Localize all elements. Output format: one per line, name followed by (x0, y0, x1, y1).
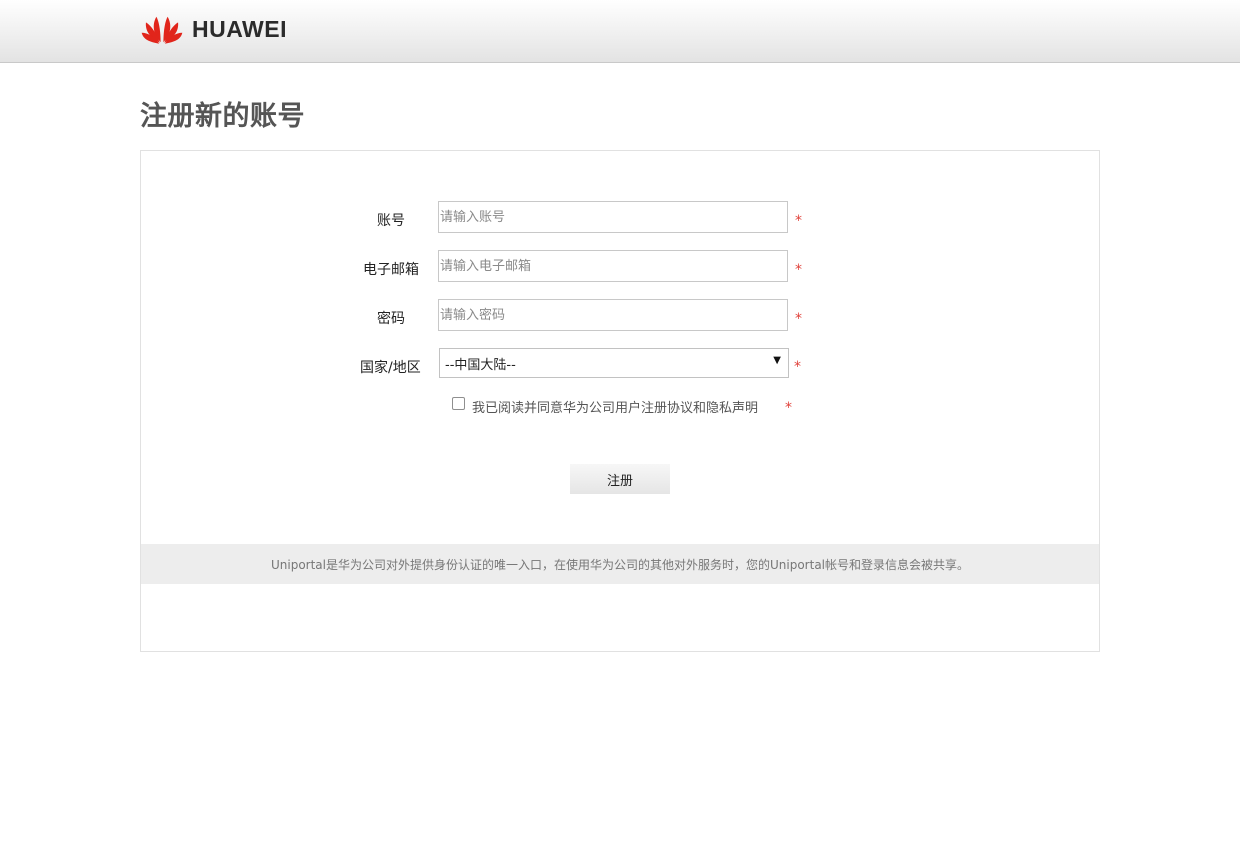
country-required-mark: * (794, 359, 801, 375)
top-header-bar: HUAWEI (0, 0, 1240, 63)
uniportal-notice: Uniportal是华为公司对外提供身份认证的唯一入口，在使用华为公司的其他对外… (141, 544, 1099, 584)
password-label: 密码 (377, 311, 405, 327)
country-select[interactable]: --中国大陆-- ▼ (439, 348, 789, 378)
country-selected-value: --中国大陆-- (445, 357, 516, 373)
password-required-mark: * (795, 311, 802, 327)
account-required-mark: * (795, 213, 802, 229)
brand-name: HUAWEI (192, 15, 287, 42)
country-label: 国家/地区 (360, 360, 421, 376)
huawei-flower-icon (141, 16, 183, 44)
password-input[interactable] (438, 299, 788, 331)
account-input[interactable] (438, 201, 788, 233)
huawei-logo[interactable]: HUAWEI (140, 11, 287, 47)
agreement-label[interactable]: 我已阅读并同意华为公司用户注册协议和隐私声明 (472, 397, 758, 416)
agreement-checkbox[interactable] (452, 397, 465, 410)
page-title: 注册新的账号 (140, 101, 305, 132)
register-button[interactable]: 注册 (570, 464, 670, 494)
email-input[interactable] (438, 250, 788, 282)
account-label: 账号 (377, 213, 405, 229)
agreement-required-mark: * (785, 400, 792, 416)
dropdown-arrow-icon: ▼ (773, 355, 781, 366)
email-label: 电子邮箱 (363, 262, 419, 278)
email-required-mark: * (795, 262, 802, 278)
registration-panel: 账号 * 电子邮箱 * 密码 * 国家/地区 --中国大陆-- ▼ * 我已阅读… (140, 150, 1100, 652)
